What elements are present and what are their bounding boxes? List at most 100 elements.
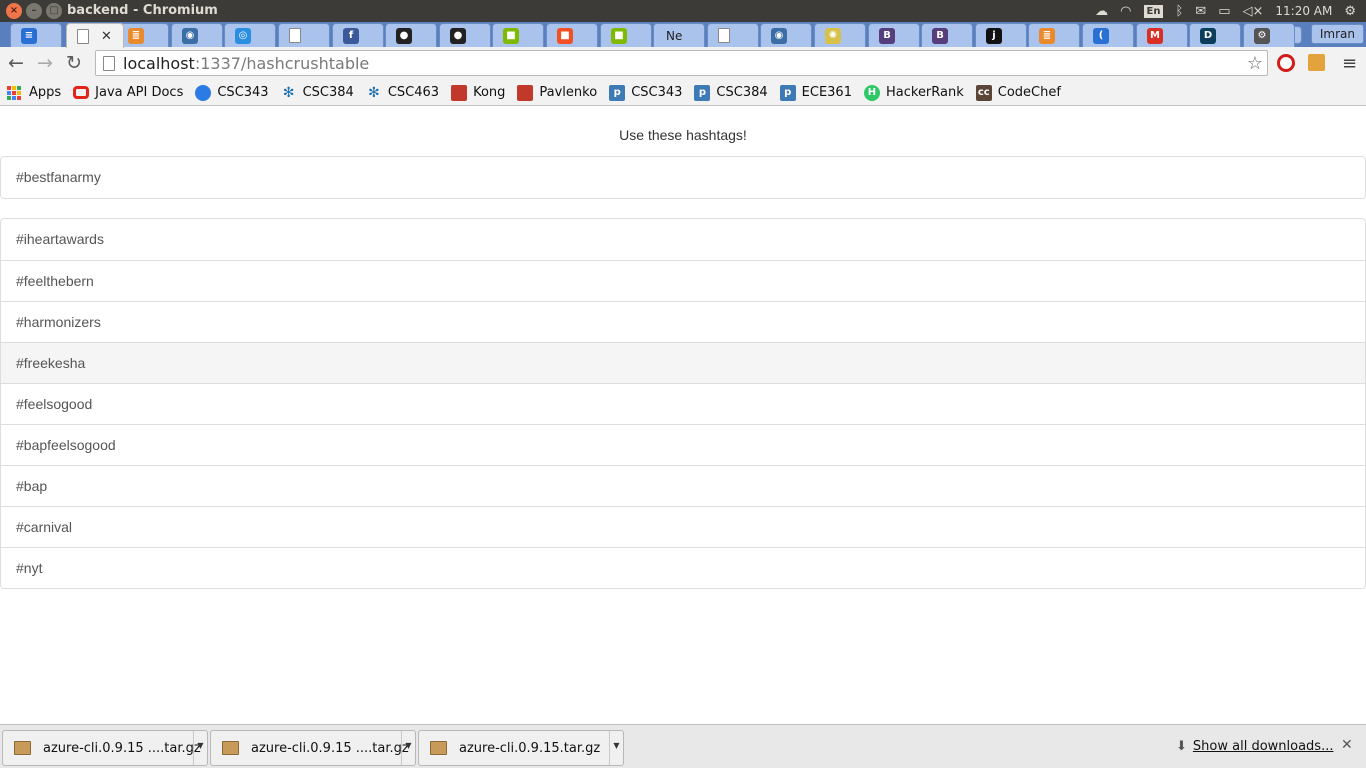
opera-extension-icon[interactable] xyxy=(1277,54,1295,72)
wifi-icon[interactable]: ◠ xyxy=(1120,4,1131,19)
facebook-icon: f xyxy=(343,27,359,44)
oracle-icon xyxy=(73,86,90,99)
bookmark-star-icon[interactable]: ☆ xyxy=(1247,53,1263,74)
browser-tab[interactable]: ◎ xyxy=(224,23,276,47)
cloud-icon[interactable]: ☁ xyxy=(1095,4,1108,19)
browser-tab[interactable]: ≡ xyxy=(10,23,62,47)
browser-tab[interactable] xyxy=(278,23,330,47)
mail-icon[interactable]: ✉ xyxy=(1195,4,1206,19)
list-item[interactable]: #feelsogood xyxy=(1,383,1365,424)
browser-tab[interactable]: ✺ xyxy=(814,23,866,47)
browser-tab[interactable]: D xyxy=(1189,23,1241,47)
bookmark-label: HackerRank xyxy=(885,85,964,100)
page-icon xyxy=(103,55,115,71)
bookmark-item[interactable]: CSC343 xyxy=(195,84,269,101)
bookmark-label: Pavlenko xyxy=(539,85,598,100)
bookmark-label: CSC384 xyxy=(302,85,354,100)
window-close-button[interactable]: × xyxy=(6,3,22,19)
package-icon xyxy=(14,741,31,755)
browser-tab[interactable]: B xyxy=(868,23,920,47)
url-text[interactable]: localhost:1337/hashcrushtable xyxy=(123,54,369,73)
battery-icon[interactable]: ▭ xyxy=(1218,4,1230,19)
browser-tab[interactable]: ■ xyxy=(600,23,652,47)
browser-tab[interactable]: ≣ xyxy=(1028,23,1080,47)
browser-tab[interactable]: M xyxy=(1136,23,1188,47)
gmail-icon: M xyxy=(1147,27,1163,44)
tab-close-icon[interactable]: ✕ xyxy=(101,29,112,44)
browser-tab[interactable]: ✕ xyxy=(66,23,124,48)
show-all-downloads-link[interactable]: Show all downloads... xyxy=(1193,739,1334,754)
bookmark-label: CodeChef xyxy=(997,85,1061,100)
download-filename: azure-cli.0.9.15.tar.gz xyxy=(459,740,601,756)
chevron-down-icon[interactable]: ▼ xyxy=(401,731,415,765)
keyboard-layout-indicator[interactable]: En xyxy=(1143,4,1164,18)
bookmark-item[interactable]: H HackerRank xyxy=(863,84,964,101)
browser-tab[interactable]: ■ xyxy=(492,23,544,47)
list-item[interactable]: #freekesha xyxy=(1,342,1365,383)
package-icon xyxy=(222,741,239,755)
close-icon[interactable]: ✕ xyxy=(1341,737,1353,753)
globe-icon: ◎ xyxy=(235,27,251,44)
gear-icon[interactable]: ⚙ xyxy=(1344,4,1356,19)
browser-tab[interactable]: ● xyxy=(439,23,491,47)
url-path: :1337/hashcrushtable xyxy=(194,53,370,73)
chevron-down-icon[interactable]: ▼ xyxy=(193,731,207,765)
browser-tab[interactable]: ■ xyxy=(546,23,598,47)
browser-tab[interactable] xyxy=(707,23,759,47)
show-all-downloads[interactable]: ⬇ Show all downloads... xyxy=(1176,739,1333,754)
forward-arrow-icon[interactable]: → xyxy=(37,52,53,74)
tab-strip: Imran ≡ ✕ ≣ ◉ ◎ f ● ● ■ ■ ■ Ne ◉ ✺ B Bj ≣ (M D ⚙ xyxy=(0,22,1366,48)
browser-tab[interactable]: ⚙ xyxy=(1243,23,1295,47)
chevron-down-icon[interactable]: ▼ xyxy=(609,731,623,765)
browser-tab[interactable]: ◉ xyxy=(171,23,223,47)
bookmark-item[interactable]: p ECE361 xyxy=(779,84,852,101)
page-heading: Use these hashtags! xyxy=(619,127,747,143)
list-item[interactable]: #harmonizers xyxy=(1,301,1365,342)
address-bar[interactable]: localhost:1337/hashcrushtable ☆ xyxy=(95,50,1268,76)
download-item[interactable]: azure-cli.0.9.15 ....tar.gz ▼ xyxy=(2,730,208,766)
bookmark-item[interactable]: p CSC343 xyxy=(609,84,682,101)
bookmark-item[interactable]: ✻ CSC384 xyxy=(281,85,354,101)
browser-tab[interactable]: ◉ xyxy=(760,23,812,47)
browser-tab[interactable]: ( xyxy=(1082,23,1134,47)
browser-tab[interactable]: j xyxy=(975,23,1027,47)
download-item[interactable]: azure-cli.0.9.15.tar.gz ▼ xyxy=(418,730,624,766)
back-arrow-icon[interactable]: ← xyxy=(8,52,24,74)
volume-icon[interactable]: ◁× xyxy=(1242,4,1263,19)
microsoft-icon: ■ xyxy=(611,27,627,44)
list-item[interactable]: #bestfanarmy xyxy=(1,157,1365,198)
window-minimize-button[interactable]: – xyxy=(26,3,42,19)
piazza-icon: p xyxy=(609,84,626,101)
list-item[interactable]: #bap xyxy=(1,465,1365,506)
bookmark-item[interactable]: p CSC384 xyxy=(694,84,768,101)
clock[interactable]: 11:20 AM xyxy=(1275,4,1332,18)
download-item[interactable]: azure-cli.0.9.15 ....tar.gz ▼ xyxy=(210,730,416,766)
list-item[interactable]: #iheartawards xyxy=(1,219,1365,260)
page-content: Use these hashtags! #bestfanarmy #iheart… xyxy=(0,107,1366,724)
bookmark-item[interactable]: Apps xyxy=(7,85,61,100)
bookmark-item[interactable]: Pavlenko xyxy=(517,84,598,101)
bookmark-item[interactable]: cc CodeChef xyxy=(975,84,1061,101)
hackerrank-icon: H xyxy=(863,84,880,101)
jsfiddle-icon: j xyxy=(986,27,1002,44)
browser-tab[interactable]: Ne xyxy=(653,23,705,47)
profile-button[interactable]: Imran xyxy=(1310,24,1364,44)
browser-tab[interactable]: B xyxy=(921,23,973,47)
hamburger-menu-icon[interactable]: ≡ xyxy=(1342,53,1357,74)
reload-icon[interactable]: ↻ xyxy=(66,52,82,74)
bookmark-item[interactable]: Java API Docs xyxy=(73,85,183,100)
bookmark-item[interactable]: ✻ CSC463 xyxy=(366,85,439,101)
list-item[interactable]: #bapfeelsogood xyxy=(1,424,1365,465)
browser-tab[interactable]: ● xyxy=(385,23,437,47)
tab-title: Ne xyxy=(666,28,683,43)
list-item[interactable]: #carnival xyxy=(1,506,1365,547)
list-item[interactable]: #feelthebern xyxy=(1,260,1365,301)
bookmark-item[interactable]: Kong xyxy=(451,84,505,101)
list-item[interactable]: #nyt xyxy=(1,547,1365,588)
bluetooth-icon[interactable]: ᛒ xyxy=(1175,4,1183,19)
browser-tab[interactable]: ≣ xyxy=(117,23,169,47)
browser-tab[interactable]: f xyxy=(332,23,384,47)
window-maximize-button[interactable]: □ xyxy=(46,3,62,19)
shopping-bag-extension-icon[interactable] xyxy=(1308,54,1325,71)
snowflake-icon: ✻ xyxy=(367,84,380,101)
